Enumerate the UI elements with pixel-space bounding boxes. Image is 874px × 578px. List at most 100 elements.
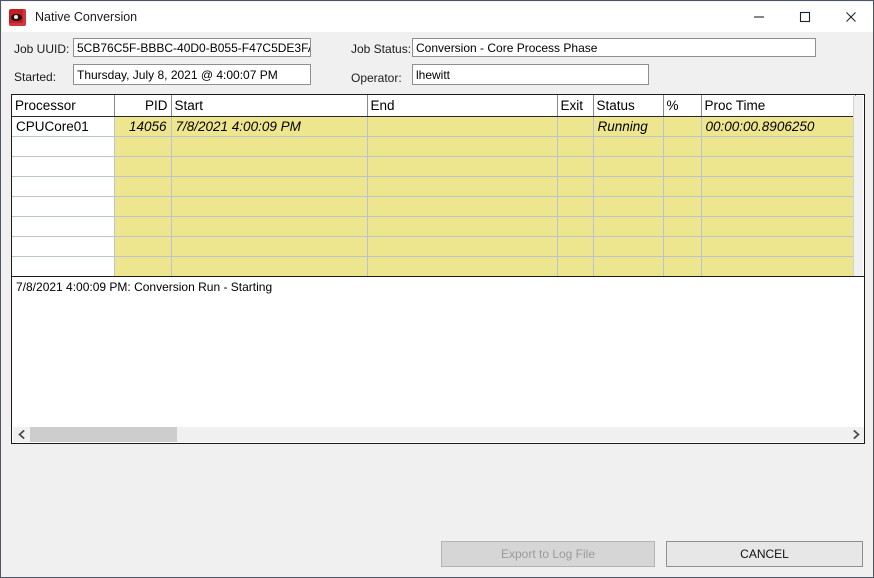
cell-status (593, 216, 664, 237)
eye-icon (9, 8, 26, 26)
cell-start (171, 216, 368, 237)
column-header-exit[interactable]: Exit (557, 95, 594, 117)
cell-percent (663, 256, 702, 276)
cell-start (171, 196, 368, 217)
scrollbar-thumb[interactable] (30, 427, 177, 442)
cell-proc_time: 00:00:00.8906250 (701, 116, 856, 137)
cell-status (593, 256, 664, 276)
column-header-pid[interactable]: PID (114, 95, 172, 117)
cell-processor: CPUCore01 (12, 116, 115, 137)
cell-pid (114, 236, 172, 257)
log-line: 7/8/2021 4:00:09 PM: Conversion Run - St… (16, 280, 273, 294)
log-panel[interactable]: 7/8/2021 4:00:09 PM: Conversion Run - St… (11, 276, 865, 444)
cell-processor (12, 176, 115, 197)
table-header-row: Processor PID Start End Exit Status % Pr… (12, 95, 856, 117)
cell-proc_time (701, 256, 856, 276)
cell-status (593, 156, 664, 177)
window-title: Native Conversion (35, 10, 138, 24)
export-to-log-file-button[interactable]: Export to Log File (441, 541, 655, 567)
close-icon (846, 12, 856, 22)
maximize-button[interactable] (782, 2, 828, 32)
cell-start (171, 236, 368, 257)
cell-processor (12, 256, 115, 276)
operator-label: Operator: (351, 71, 402, 85)
cell-end (367, 216, 558, 237)
column-header-processor[interactable]: Processor (12, 95, 115, 117)
table-row[interactable] (12, 136, 856, 157)
cell-processor (12, 236, 115, 257)
cell-proc_time (701, 196, 856, 217)
cell-processor (12, 196, 115, 217)
cell-status (593, 236, 664, 257)
cell-end (367, 176, 558, 197)
column-header-start[interactable]: Start (171, 95, 368, 117)
log-horizontal-scrollbar[interactable] (13, 427, 864, 442)
cell-exit (557, 236, 594, 257)
started-label: Started: (14, 70, 57, 84)
processor-table: Processor PID Start End Exit Status % Pr… (12, 95, 856, 276)
cell-exit (557, 136, 594, 157)
cell-proc_time (701, 156, 856, 177)
cell-start (171, 136, 368, 157)
column-header-proc-time[interactable]: Proc Time (701, 95, 856, 117)
cell-start (171, 256, 368, 276)
job-status-field[interactable]: Conversion - Core Process Phase (412, 38, 816, 57)
cell-end (367, 256, 558, 276)
maximize-icon (799, 11, 811, 23)
chevron-left-icon[interactable] (13, 427, 30, 442)
cell-start (171, 176, 368, 197)
cell-status: Running (593, 116, 664, 137)
column-header-percent[interactable]: % (663, 95, 702, 117)
cell-proc_time (701, 216, 856, 237)
job-uuid-field[interactable]: 5CB76C5F-BBBC-40D0-B055-F47C5DE3FA2C (73, 38, 311, 57)
cell-pid (114, 196, 172, 217)
cell-proc_time (701, 176, 856, 197)
cell-processor (12, 136, 115, 157)
scrollbar-track[interactable] (30, 427, 848, 442)
close-button[interactable] (828, 2, 873, 32)
table-row[interactable] (12, 176, 856, 197)
cell-end (367, 156, 558, 177)
table-row[interactable] (12, 236, 856, 257)
cell-pid (114, 216, 172, 237)
minimize-icon (754, 16, 764, 18)
table-row[interactable] (12, 196, 856, 217)
cell-percent (663, 236, 702, 257)
cell-end (367, 116, 558, 137)
application-window: Native Conversion Job UUID: 5CB76C5F-BBB… (0, 0, 874, 578)
table-row[interactable] (12, 156, 856, 177)
cell-percent (663, 216, 702, 237)
operator-field[interactable]: lhewitt (412, 64, 649, 85)
cell-pid (114, 256, 172, 276)
cell-proc_time (701, 136, 856, 157)
job-uuid-label: Job UUID: (14, 42, 70, 56)
table-row[interactable] (12, 216, 856, 237)
cancel-button[interactable]: CANCEL (666, 541, 863, 567)
cell-pid (114, 176, 172, 197)
cell-start (171, 156, 368, 177)
cell-status (593, 176, 664, 197)
cell-exit (557, 256, 594, 276)
table-row[interactable]: CPUCore01 14056 7/8/2021 4:00:09 PM Running… (12, 116, 856, 137)
processor-grid: Processor PID Start End Exit Status % Pr… (11, 94, 865, 277)
cell-pid: 14056 (114, 116, 172, 137)
cell-end (367, 136, 558, 157)
column-header-status[interactable]: Status (593, 95, 664, 117)
table-body: CPUCore01 14056 7/8/2021 4:00:09 PM Running… (12, 116, 856, 276)
minimize-button[interactable] (736, 2, 782, 32)
title-bar: Native Conversion (2, 2, 873, 32)
chevron-right-icon[interactable] (848, 427, 864, 442)
started-field[interactable]: Thursday, July 8, 2021 @ 4:00:07 PM (73, 64, 311, 85)
cell-percent (663, 136, 702, 157)
grid-vertical-scrollbar[interactable] (853, 96, 863, 276)
cell-end (367, 196, 558, 217)
window-controls (736, 2, 873, 32)
cell-exit (557, 176, 594, 197)
cell-pid (114, 156, 172, 177)
cell-status (593, 196, 664, 217)
cell-processor (12, 216, 115, 237)
table-row[interactable] (12, 256, 856, 276)
cell-percent (663, 176, 702, 197)
column-header-end[interactable]: End (367, 95, 558, 117)
cell-pid (114, 136, 172, 157)
